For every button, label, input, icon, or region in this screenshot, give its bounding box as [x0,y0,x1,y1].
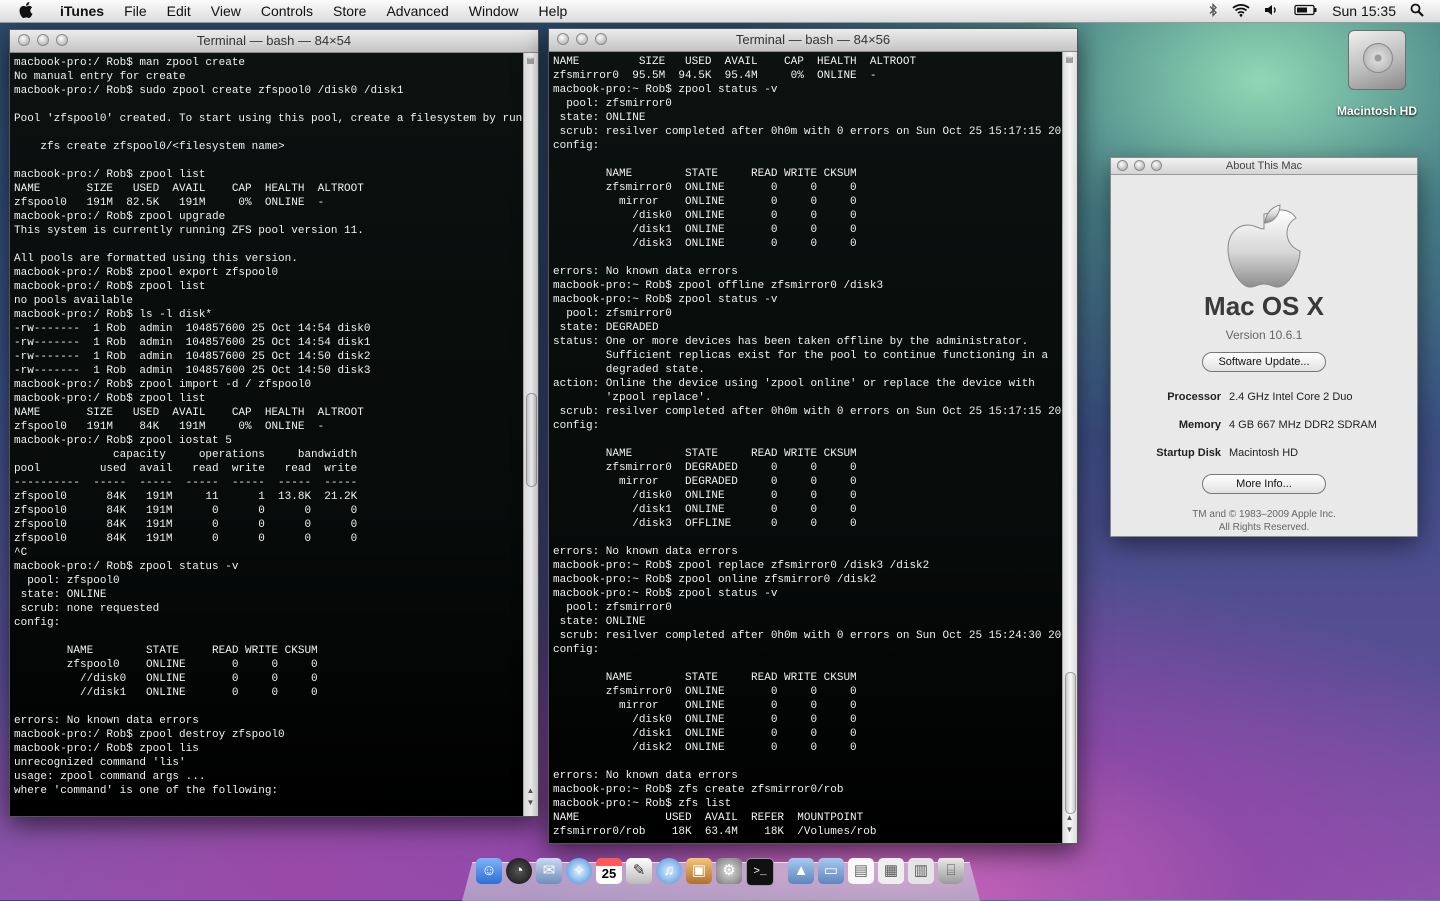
menu-app-name[interactable]: iTunes [50,0,114,22]
minimize-button[interactable] [1134,160,1145,171]
hard-disk-icon[interactable] [1348,30,1406,90]
minimize-button[interactable] [37,34,49,46]
zoom-button[interactable] [595,33,607,45]
terminal-2-output: NAME SIZE USED AVAIL CAP HEALTH ALTROOT … [553,56,1063,838]
startup-disk-row: Startup Disk Macintosh HD [1111,446,1417,460]
close-button[interactable] [557,33,569,45]
scroll-up-arrow-icon[interactable]: ▲ [1064,812,1075,823]
close-button[interactable] [1117,160,1128,171]
mail-icon[interactable]: ✉ [536,858,562,884]
dashboard-icon[interactable]: ◔ [506,858,532,884]
menu-store[interactable]: Store [323,0,376,22]
scroll-down-arrow-icon[interactable]: ▼ [525,797,536,808]
bluetooth-icon[interactable] [1208,2,1218,20]
software-update-button[interactable]: Software Update... [1202,352,1326,372]
more-info-button[interactable]: More Info... [1202,474,1326,494]
trash-icon[interactable]: ⌸ [938,858,964,884]
applications-stack-icon[interactable]: ▲ [788,858,814,884]
scroll-up-arrow-icon[interactable]: ▲ [525,785,536,796]
menu-help[interactable]: Help [529,0,578,22]
safari-icon[interactable]: ✧ [566,858,592,884]
terminal-1-output: macbook-pro:/ Rob$ man zpool create No m… [14,57,524,797]
terminal-window-2[interactable]: Terminal — bash — 84×56 NAME SIZE USED A… [548,28,1078,844]
desktop-macintosh-hd[interactable]: Macintosh HD [1330,30,1424,118]
apple-logo-icon [1227,204,1301,288]
battery-icon[interactable] [1294,3,1318,19]
scroll-toggle-icon[interactable]: ▤ [525,55,536,66]
terminal-1-scroll-thumb[interactable] [526,393,537,487]
menu-view[interactable]: View [201,0,251,22]
memory-label: Memory [1178,419,1221,431]
os-name: Mac OS X [1204,291,1324,321]
terminal-window-1[interactable]: Terminal — bash — 84×54 macbook-pro:/ Ro… [9,29,539,817]
menu-clock[interactable]: Sun 15:35 [1332,3,1396,19]
memory-row: Memory 4 GB 667 MHz DDR2 SDRAM [1111,418,1417,432]
dock-icons: ☺ ◔ ✉ ✧ 25 ✎ ♫ ▣ ⚙ >_ ▲ ▭ ▤ ▦ ▥ ⌸ [476,858,964,886]
menu-advanced[interactable]: Advanced [376,0,458,22]
menu-bar: iTunes File Edit View Controls Store Adv… [0,0,1440,23]
terminal-2-title: Terminal — bash — 84×56 [735,32,891,47]
terminal-1-titlebar[interactable]: Terminal — bash — 84×54 [10,30,538,53]
file-icon[interactable]: ▤ [848,858,874,884]
wifi-icon[interactable] [1232,3,1250,20]
terminal-icon[interactable]: >_ [746,858,774,886]
menu-controls[interactable]: Controls [251,0,323,22]
downloads-icon[interactable]: ▦ [878,858,904,884]
processor-row: Processor 2.4 GHz Intel Core 2 Duo [1111,390,1417,404]
copyright-line-2: All Rights Reserved. [1218,522,1310,533]
window-icon[interactable]: ▥ [908,858,934,884]
terminal-2-titlebar[interactable]: Terminal — bash — 84×56 [549,29,1077,52]
desktop-disk-label: Macintosh HD [1336,104,1417,118]
zoom-button[interactable] [56,34,68,46]
volume-icon[interactable] [1264,3,1280,20]
zoom-button[interactable] [1151,160,1162,171]
finder-icon[interactable]: ☺ [476,858,502,884]
startup-disk-label: Startup Disk [1156,447,1221,459]
itunes-icon[interactable]: ♫ [656,858,682,884]
terminal-1-content[interactable]: macbook-pro:/ Rob$ man zpool create No m… [10,53,524,816]
terminal-2-scroll-thumb[interactable] [1065,672,1076,814]
menu-window[interactable]: Window [459,0,529,22]
about-title: About This Mac [1225,160,1303,172]
spotlight-icon[interactable] [1410,3,1424,20]
scroll-down-arrow-icon[interactable]: ▼ [1064,824,1075,835]
terminal-1-title: Terminal — bash — 84×54 [196,33,352,48]
copyright-line-1: TM and © 1983–2009 Apple Inc. [1192,509,1336,520]
apple-menu-icon[interactable] [16,1,36,21]
menu-file[interactable]: File [114,0,157,22]
startup-disk-value: Macintosh HD [1229,447,1299,459]
os-version: Version 10.6.1 [1225,328,1303,342]
menu-edit[interactable]: Edit [157,0,201,22]
processor-label: Processor [1167,391,1221,403]
about-this-mac-window[interactable]: About This Mac Mac OS X Version 10.6.1 S… [1110,157,1418,537]
minimize-button[interactable] [576,33,588,45]
memory-value: 4 GB 667 MHz DDR2 SDRAM [1229,419,1377,431]
processor-value: 2.4 GHz Intel Core 2 Duo [1229,391,1353,403]
about-titlebar[interactable]: About This Mac [1111,158,1417,175]
preview-icon[interactable]: ✎ [626,858,652,884]
terminal-2-content[interactable]: NAME SIZE USED AVAIL CAP HEALTH ALTROOT … [549,52,1063,843]
iphoto-icon[interactable]: ▣ [686,858,712,884]
terminal-1-scrollbar[interactable]: ▤ ▲ ▼ [523,53,538,816]
ical-icon[interactable]: 25 [596,858,622,884]
close-button[interactable] [18,34,30,46]
terminal-2-scrollbar[interactable]: ▤ ▲ ▼ [1062,52,1077,843]
scroll-toggle-icon[interactable]: ▤ [1064,54,1075,65]
system-preferences-icon[interactable]: ⚙ [716,858,742,884]
documents-stack-icon[interactable]: ▭ [818,858,844,884]
dock-separator [778,858,784,886]
